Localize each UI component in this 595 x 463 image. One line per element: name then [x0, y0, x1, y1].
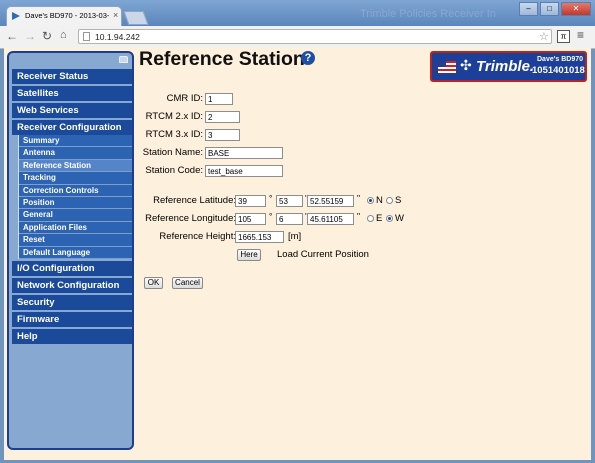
height-input[interactable]	[235, 231, 284, 243]
sidebar-item-firmware[interactable]: Firmware	[12, 311, 132, 327]
degree-mark: °	[269, 211, 273, 221]
longitude-east-radio[interactable]	[367, 215, 374, 222]
sidebar-item-receiver-status[interactable]: Receiver Status	[12, 69, 132, 84]
station-code-input[interactable]	[205, 165, 283, 177]
latitude-north-radio[interactable]	[367, 197, 374, 204]
cmr-id-input[interactable]	[205, 93, 233, 105]
degree-mark: °	[269, 193, 273, 203]
height-label: Reference Height:	[159, 231, 236, 242]
here-button[interactable]: Here	[237, 249, 261, 261]
receiver-name: Dave's BD970	[537, 56, 584, 63]
rtcm3-id-input[interactable]	[205, 129, 240, 141]
sidebar-item-io-configuration[interactable]: I/O Configuration	[12, 260, 132, 276]
brand-banner: ✣ Trimble. Dave's BD970 1051401018	[430, 51, 587, 82]
east-label: E	[376, 213, 383, 224]
subnav-item-summary[interactable]: Summary	[19, 135, 132, 148]
subnav-item-antenna[interactable]: Antenna	[19, 147, 132, 160]
ok-button[interactable]: OK	[144, 277, 163, 289]
forward-arrow-icon[interactable]: →	[24, 29, 36, 43]
cmr-id-label: CMR ID:	[166, 93, 203, 104]
window-controls: – □ ✕	[519, 2, 591, 16]
extension-icon[interactable]: π	[557, 30, 570, 43]
sidebar-item-receiver-configuration[interactable]: Receiver Configuration	[12, 120, 132, 135]
trimble-logo: Trimble.	[476, 58, 535, 75]
sidebar: Receiver Status Satellites Web Services …	[7, 51, 134, 450]
address-bar[interactable]: 10.1.94.242 ☆	[78, 29, 552, 44]
height-unit: [m]	[288, 231, 302, 242]
sidebar-item-satellites[interactable]: Satellites	[12, 86, 132, 101]
sidebar-nav: Receiver Status Satellites Web Services …	[12, 69, 132, 346]
rtcm2-id-input[interactable]	[205, 111, 240, 123]
tab-close-icon[interactable]: ×	[113, 10, 118, 20]
latitude-label: Reference Latitude:	[153, 195, 236, 206]
sidebar-item-help[interactable]: Help	[12, 328, 132, 344]
second-mark: "	[357, 211, 361, 221]
browser-toolbar: ← → ↻ ⌂ 10.1.94.242 ☆ π ≡	[0, 26, 595, 49]
north-label: N	[376, 195, 383, 206]
help-icon[interactable]: ?	[301, 51, 315, 65]
minimize-button[interactable]: –	[519, 2, 538, 16]
sidebar-item-web-services[interactable]: Web Services	[12, 103, 132, 118]
station-name-input[interactable]	[205, 147, 283, 159]
new-tab-button[interactable]	[123, 11, 149, 25]
latitude-south-radio[interactable]	[386, 197, 393, 204]
browser-tab[interactable]: Dave's BD970 - 2013-03-2 ×	[6, 6, 122, 26]
home-icon[interactable]: ⌂	[60, 29, 67, 41]
subnav-item-reference-station[interactable]: Reference Station	[19, 159, 132, 173]
browser-title-bar: Dave's BD970 - 2013-03-2 × Trimble Polic…	[0, 0, 595, 26]
rtcm3-id-label: RTCM 3.x ID:	[145, 129, 203, 140]
bookmark-star-icon[interactable]: ☆	[539, 30, 549, 43]
station-code-label: Station Code:	[145, 165, 203, 176]
subnav-item-application-files[interactable]: Application Files	[19, 221, 132, 235]
longitude-degrees-input[interactable]	[235, 213, 266, 225]
back-arrow-icon[interactable]: ←	[6, 29, 18, 43]
url-text[interactable]: 10.1.94.242	[95, 32, 140, 42]
window-close-button[interactable]: ✕	[561, 2, 591, 16]
longitude-label: Reference Longitude:	[145, 213, 236, 224]
receiver-serial: 1051401018	[532, 65, 585, 76]
subnav-item-general[interactable]: General	[19, 209, 132, 222]
tab-favicon-icon	[12, 12, 20, 20]
lock-icon	[119, 56, 128, 63]
rtcm2-id-label: RTCM 2.x ID:	[145, 111, 203, 122]
trimble-logo-icon: ✣	[460, 57, 472, 73]
page-icon	[83, 32, 90, 41]
receiver-configuration-submenu: Summary Antenna Reference Station Tracki…	[18, 135, 132, 259]
second-mark: "	[357, 193, 361, 203]
maximize-button[interactable]: □	[540, 2, 559, 16]
south-label: S	[395, 195, 402, 206]
longitude-seconds-input[interactable]	[307, 213, 354, 225]
latitude-degrees-input[interactable]	[235, 195, 266, 207]
page-title: Reference Station	[139, 48, 305, 70]
subnav-item-default-language[interactable]: Default Language	[19, 246, 132, 259]
subnav-item-position[interactable]: Position	[19, 196, 132, 210]
longitude-minutes-input[interactable]	[276, 213, 303, 225]
menu-icon[interactable]: ≡	[577, 28, 584, 42]
us-flag-icon	[438, 61, 456, 73]
page-content: Receiver Status Satellites Web Services …	[4, 48, 591, 460]
tab-title: Dave's BD970 - 2013-03-2	[25, 11, 109, 20]
reload-icon[interactable]: ↻	[42, 29, 52, 43]
longitude-west-radio[interactable]	[386, 215, 393, 222]
subnav-item-correction-controls[interactable]: Correction Controls	[19, 184, 132, 197]
cancel-button[interactable]: Cancel	[172, 277, 203, 289]
sidebar-item-network-configuration[interactable]: Network Configuration	[12, 277, 132, 293]
station-name-label: Station Name:	[142, 147, 203, 158]
latitude-minutes-input[interactable]	[276, 195, 303, 207]
subnav-item-tracking[interactable]: Tracking	[19, 172, 132, 185]
load-current-position-text: Load Current Position	[277, 249, 369, 260]
sidebar-item-security[interactable]: Security	[12, 294, 132, 310]
west-label: W	[395, 213, 404, 224]
latitude-seconds-input[interactable]	[307, 195, 354, 207]
subnav-item-reset[interactable]: Reset	[19, 234, 132, 247]
